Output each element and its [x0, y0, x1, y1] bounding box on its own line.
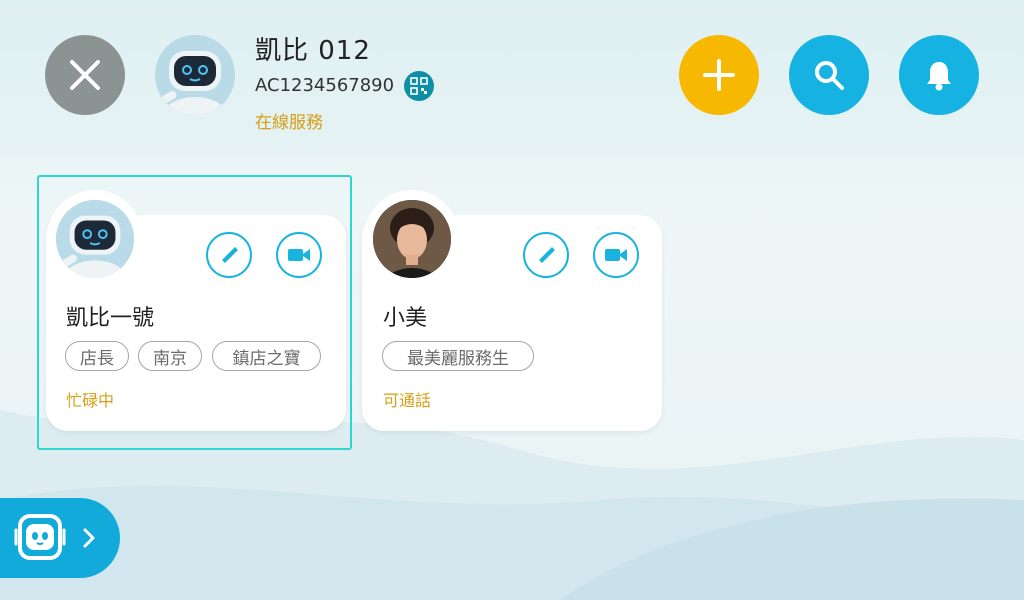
- contact-name: 小美: [383, 306, 428, 331]
- chevron-right-icon: [83, 528, 95, 548]
- robot-avatar: [56, 200, 134, 278]
- video-icon: [605, 249, 627, 261]
- video-icon: [288, 249, 310, 261]
- qr-code-icon[interactable]: [404, 71, 434, 101]
- bell-icon: [927, 62, 951, 91]
- contact-status: 可通話: [383, 391, 432, 410]
- header-bar: [0, 0, 1024, 158]
- robot-face-icon: [14, 514, 66, 560]
- video-call-button[interactable]: [276, 232, 322, 278]
- plus-icon: [703, 59, 735, 91]
- close-button[interactable]: [45, 35, 125, 115]
- contact-tag: 最美麗服務生: [382, 341, 534, 371]
- add-button[interactable]: [679, 35, 759, 115]
- notifications-button[interactable]: [899, 35, 979, 115]
- contact-name: 凱比一號: [66, 306, 155, 331]
- robot-avatar: [155, 35, 235, 115]
- phone-icon: [539, 247, 555, 263]
- contact-tag: 南京: [138, 341, 202, 371]
- online-status: 在線服務: [255, 113, 323, 133]
- phone-icon: [222, 247, 238, 263]
- contact-status: 忙碌中: [66, 391, 115, 410]
- close-icon: [70, 60, 100, 90]
- video-call-button[interactable]: [593, 232, 639, 278]
- page-title: 凱比 012: [255, 36, 371, 66]
- voice-call-button[interactable]: [206, 232, 252, 278]
- assistant-drawer-button[interactable]: [0, 498, 120, 578]
- search-icon: [815, 61, 844, 90]
- contact-tag: 鎮店之寶: [212, 341, 321, 371]
- contact-tag: 店長: [65, 341, 129, 371]
- account-id: AC1234567890: [255, 75, 395, 96]
- search-button[interactable]: [789, 35, 869, 115]
- voice-call-button[interactable]: [523, 232, 569, 278]
- person-photo-avatar: [373, 200, 451, 278]
